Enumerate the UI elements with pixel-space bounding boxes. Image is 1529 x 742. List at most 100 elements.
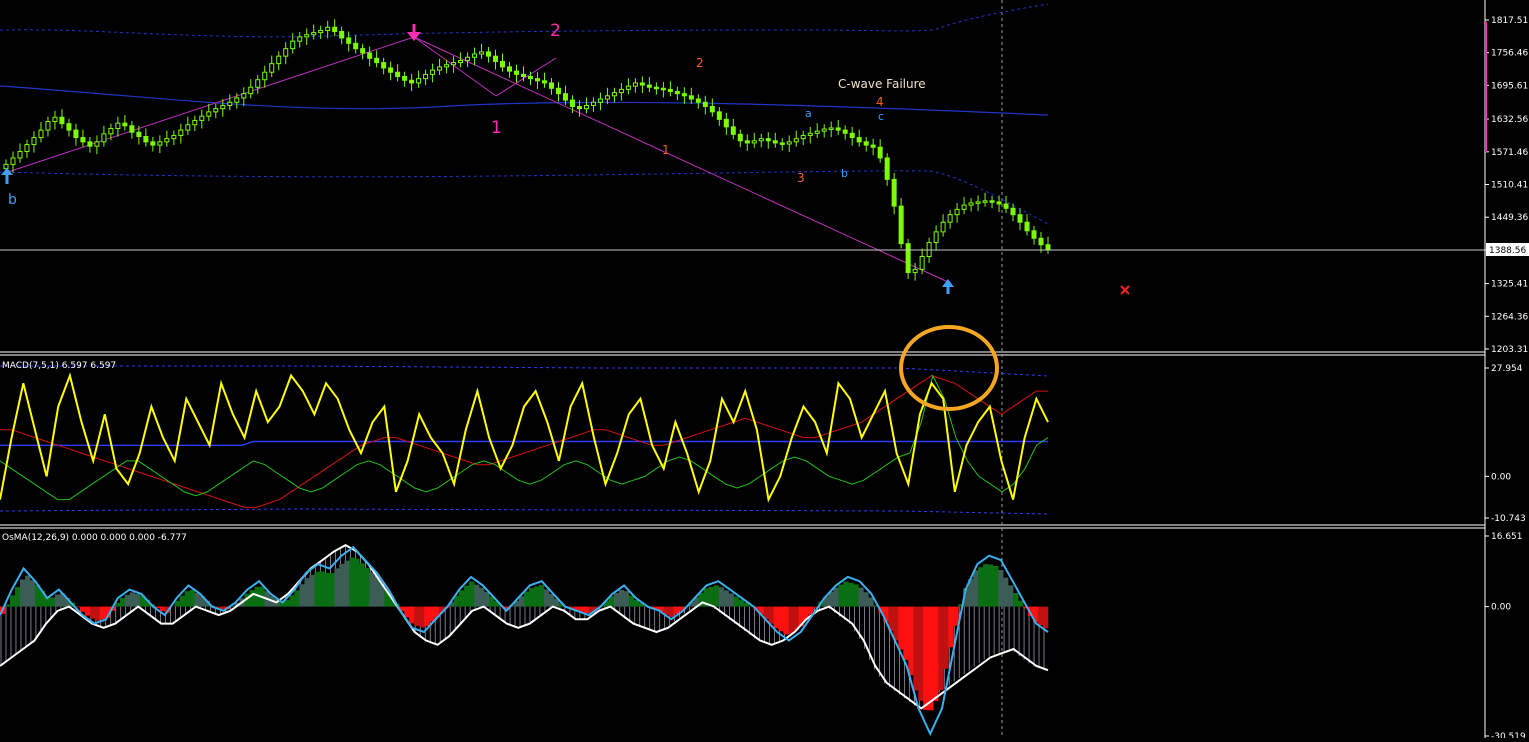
- osma-hist-bar: [539, 585, 544, 607]
- osma-hist-bar: [978, 567, 983, 606]
- osma-hist-bar: [95, 607, 100, 621]
- osma-hist-bar: [404, 607, 409, 618]
- candle-body: [1046, 245, 1050, 249]
- osma-axis-label: 0.00: [1491, 603, 1511, 613]
- candle-body: [969, 203, 973, 205]
- candle-body: [228, 102, 232, 105]
- osma-hist-bar: [339, 564, 344, 607]
- osma-hist-bar: [1003, 578, 1008, 607]
- candle-body: [976, 202, 980, 204]
- candle-body: [249, 87, 253, 93]
- candle-body: [920, 256, 924, 269]
- candle-body: [878, 147, 882, 158]
- candle-body: [130, 126, 134, 132]
- osma-hist-bar: [973, 570, 978, 606]
- osma-hist-bar: [724, 590, 729, 606]
- wave-label-orange-4: 4: [876, 95, 884, 109]
- candle-body: [577, 107, 581, 109]
- osma-hist-bar: [364, 568, 369, 607]
- candle-body: [703, 102, 707, 106]
- osma-hist-bar: [933, 607, 938, 701]
- osma-hist-bar: [863, 592, 868, 606]
- osma-hist-bar: [848, 583, 853, 607]
- candle-body: [591, 102, 595, 105]
- osma-hist-bar: [484, 592, 489, 607]
- candle-body: [528, 77, 532, 79]
- candle-body: [179, 130, 183, 135]
- osma-hist-bar: [250, 590, 255, 607]
- chart-canvas[interactable]: 1817.511756.461695.611632.561571.461510.…: [0, 0, 1529, 738]
- osma-hist-bar: [843, 582, 848, 607]
- candle-body: [53, 117, 57, 121]
- wave-label-orange-1: 1: [662, 143, 670, 157]
- osma-hist-bar: [669, 607, 674, 617]
- candle-body: [934, 232, 938, 243]
- osma-hist-bar: [20, 580, 25, 607]
- osma-hist-bar: [1038, 607, 1043, 626]
- osma-hist-bar: [769, 607, 774, 624]
- osma-hist-bar: [928, 607, 933, 711]
- osma-hist-bar: [464, 586, 469, 607]
- osma-hist-bar: [309, 575, 314, 607]
- osma-hist-bar: [988, 564, 993, 606]
- candle-body: [382, 63, 386, 68]
- osma-hist-bar: [893, 607, 898, 641]
- osma-hist-bar: [868, 598, 873, 607]
- candle-body: [605, 96, 609, 99]
- osma-hist-bar: [624, 591, 629, 607]
- chart-window[interactable]: 1817.511756.461695.611632.561571.461510.…: [0, 0, 1529, 738]
- candle-body: [1004, 204, 1008, 208]
- osma-hist-bar: [774, 607, 779, 629]
- osma-hist-bar: [1018, 601, 1023, 607]
- candle-body: [389, 68, 393, 72]
- osma-hist-bar: [953, 607, 958, 626]
- price-axis-label: 1449.36: [1491, 213, 1528, 223]
- candle-body: [682, 94, 686, 96]
- wave-label-orange-2: 2: [696, 56, 704, 70]
- candle-body: [990, 201, 994, 203]
- candle-body: [892, 179, 896, 206]
- candle-body: [256, 80, 260, 87]
- osma-hist-bar: [190, 590, 195, 607]
- osma-hist-bar: [409, 607, 414, 624]
- osma-hist-bar: [739, 600, 744, 607]
- osma-hist-bar: [998, 570, 1003, 607]
- osma-axis-label: 16.651: [1491, 532, 1523, 542]
- osma-hist-bar: [1008, 585, 1013, 606]
- price-axis-label: 1695.61: [1491, 81, 1528, 91]
- candle-body: [333, 27, 337, 31]
- candle-body: [843, 130, 847, 133]
- osma-hist-bar: [858, 588, 863, 607]
- candle-body: [787, 142, 791, 144]
- candle-body: [172, 135, 176, 138]
- wave-label-pink-2: 2: [550, 21, 561, 41]
- osma-hist-bar: [85, 607, 90, 616]
- osma-hist-bar: [838, 585, 843, 607]
- candle-body: [997, 202, 1001, 204]
- osma-hist-bar: [714, 585, 719, 606]
- candle-body: [298, 37, 302, 41]
- osma-hist-bar: [369, 572, 374, 606]
- osma-hist-bar: [993, 566, 998, 607]
- candle-body: [556, 88, 560, 93]
- osma-hist-bar: [1043, 607, 1048, 629]
- candle-body: [375, 58, 379, 62]
- current-price-tag: 1388.56: [1486, 243, 1529, 256]
- candle-body: [584, 105, 588, 108]
- candle-body: [74, 130, 78, 137]
- candle-body: [284, 49, 288, 56]
- candle-body: [95, 142, 99, 146]
- candle-body: [354, 43, 358, 48]
- candle-body: [696, 99, 700, 102]
- candle-body: [403, 77, 407, 81]
- candle-body: [270, 64, 274, 73]
- candle-body: [689, 96, 693, 99]
- osma-hist-bar: [948, 607, 953, 648]
- candle-body: [829, 128, 833, 129]
- candle-body: [235, 98, 239, 102]
- osma-hist-bar: [459, 590, 464, 606]
- candle-body: [794, 139, 798, 142]
- candle-body: [885, 158, 889, 179]
- candle-body: [116, 123, 120, 128]
- candle-body: [487, 52, 491, 56]
